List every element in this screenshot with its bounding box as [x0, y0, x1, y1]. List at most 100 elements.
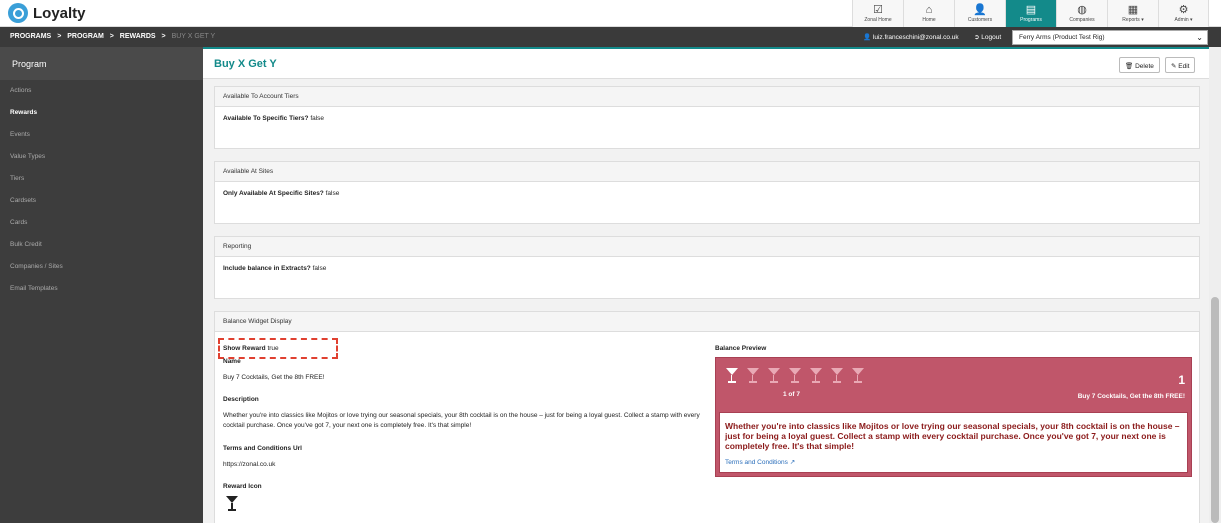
- page-header: Buy X Get Y 🗑 Delete ✎ Edit: [203, 49, 1209, 79]
- nav-tab-admin[interactable]: ⚙ Admin ▾: [1158, 0, 1209, 27]
- panel-title: Reporting: [215, 237, 1199, 257]
- gear-icon: ⚙: [1178, 4, 1189, 16]
- scrollbar-thumb[interactable]: [1211, 297, 1219, 523]
- nav-tab-reports[interactable]: ▦ Reports ▾: [1107, 0, 1158, 27]
- balance-preview-label: Balance Preview: [715, 345, 767, 352]
- trash-icon: 🗑: [1125, 63, 1134, 70]
- description-label: Description: [223, 396, 259, 403]
- stamp-cocktail-icon: [787, 368, 802, 384]
- nav-tab-label: Companies: [1069, 17, 1095, 23]
- sidebar-title: Program: [0, 47, 203, 80]
- breadcrumb-program[interactable]: PROGRAM: [67, 33, 104, 40]
- nav-tab-label: Admin ▾: [1174, 17, 1193, 23]
- field-specific-tiers: Available To Specific Tiers? false: [215, 107, 1199, 130]
- cocktail-icon: [226, 496, 238, 511]
- external-link-icon: ↗: [789, 459, 796, 466]
- pencil-icon: ✎: [1171, 63, 1177, 70]
- terms-value: https://zonal.co.uk: [223, 461, 276, 468]
- widget-description: Whether you're into classics like Mojito…: [725, 421, 1180, 451]
- balance-count: 1: [1178, 373, 1185, 387]
- logout-label: Logout: [981, 34, 1002, 41]
- user-email: luiz.franceschini@zonal.co.uk: [872, 34, 959, 41]
- check-icon: ☑: [873, 4, 883, 16]
- breadcrumb-separator: >: [57, 33, 62, 40]
- field-label: Include balance in Extracts?: [223, 265, 311, 272]
- field-label: Only Available At Specific Sites?: [223, 190, 324, 197]
- panel-title: Available At Sites: [215, 162, 1199, 182]
- logout-link[interactable]: ➲ Logout: [974, 33, 1001, 41]
- nav-tab-customers[interactable]: 👤 Customers: [954, 0, 1005, 27]
- breadcrumb-programs[interactable]: PROGRAMS: [10, 33, 51, 40]
- sidebar-item-cardsets[interactable]: Cardsets: [0, 190, 203, 212]
- sidebar-item-actions[interactable]: Actions: [0, 80, 203, 102]
- field-specific-sites: Only Available At Specific Sites? false: [215, 182, 1199, 205]
- panel-account-tiers: Available To Account Tiers Available To …: [214, 86, 1200, 149]
- field-value: false: [325, 190, 340, 197]
- breadcrumb-separator: >: [161, 33, 166, 40]
- globe-icon: ◍: [1077, 4, 1087, 16]
- field-value: false: [312, 265, 327, 272]
- nav-tab-companies[interactable]: ◍ Companies: [1056, 0, 1107, 27]
- field-value: false: [310, 115, 325, 122]
- breadcrumb-current: BUY X GET Y: [171, 33, 216, 40]
- stamp-cocktail-icon: [829, 368, 844, 384]
- field-label: Show Reward: [223, 345, 266, 352]
- sidebar-item-rewards[interactable]: Rewards: [0, 102, 203, 124]
- document-icon: ▦: [1127, 4, 1139, 16]
- main-content: Buy X Get Y 🗑 Delete ✎ Edit Available To…: [203, 47, 1209, 523]
- main-nav: ☑ Zonal Home ⌂ Home 👤 Customers ▤ Progra…: [852, 0, 1209, 27]
- user-account[interactable]: 👤 luiz.franceschini@zonal.co.uk: [863, 33, 959, 41]
- delete-button[interactable]: 🗑 Delete: [1119, 57, 1160, 73]
- terms-label: Terms and Conditions Url: [223, 445, 302, 452]
- user-icon: 👤: [973, 4, 987, 16]
- sidebar-item-companies-sites[interactable]: Companies / Sites: [0, 256, 203, 278]
- name-value: Buy 7 Cocktails, Get the 8th FREE!: [223, 374, 325, 381]
- app-name: Loyalty: [33, 4, 86, 22]
- stamp-cocktail-icon: [850, 368, 865, 384]
- sidebar-item-email-templates[interactable]: Email Templates: [0, 278, 203, 300]
- edit-button[interactable]: ✎ Edit: [1165, 57, 1196, 73]
- home-icon: ⌂: [925, 4, 933, 16]
- edit-label: Edit: [1178, 63, 1190, 70]
- panel-title: Balance Widget Display: [215, 312, 1199, 332]
- nav-tab-programs[interactable]: ▤ Programs: [1005, 0, 1056, 27]
- field-label: Available To Specific Tiers?: [223, 115, 309, 122]
- sidebar-item-tiers[interactable]: Tiers: [0, 168, 203, 190]
- widget-description-card: Whether you're into classics like Mojito…: [719, 412, 1188, 473]
- site-select[interactable]: Ferry Arms (Product Test Rig) ⌄: [1012, 30, 1208, 45]
- sidebar-item-cards[interactable]: Cards: [0, 212, 203, 234]
- stamp-counter: 1 of 7: [783, 391, 800, 398]
- sidebar: Program Actions Rewards Events Value Typ…: [0, 47, 203, 523]
- nav-tab-zonal-home[interactable]: ☑ Zonal Home: [852, 0, 903, 27]
- field-show-reward: Show Reward true: [223, 345, 279, 352]
- panel-title: Available To Account Tiers: [215, 87, 1199, 107]
- terms-link[interactable]: Terms and Conditions ↗: [725, 458, 795, 466]
- app-brand[interactable]: Loyalty: [8, 3, 86, 23]
- breadcrumb-rewards[interactable]: REWARDS: [120, 33, 156, 40]
- delete-label: Delete: [1135, 63, 1154, 70]
- field-include-balance: Include balance in Extracts? false: [215, 257, 1199, 280]
- widget-reward-name: Buy 7 Cocktails, Get the 8th FREE!: [1077, 393, 1185, 400]
- loyalty-logo-icon: [8, 3, 28, 23]
- nav-tab-label: Reports ▾: [1122, 17, 1144, 23]
- balance-preview-widget: 1 of 7 1 Buy 7 Cocktails, Get the 8th FR…: [715, 357, 1192, 477]
- top-header: Loyalty ☑ Zonal Home ⌂ Home 👤 Customers …: [0, 0, 1221, 27]
- reward-icon-label: Reward Icon: [223, 483, 262, 490]
- site-select-value: Ferry Arms (Product Test Rig): [1019, 34, 1105, 41]
- logout-icon: ➲: [974, 34, 980, 41]
- book-icon: ▤: [1025, 4, 1037, 16]
- sidebar-item-value-types[interactable]: Value Types: [0, 146, 203, 168]
- stamp-row: [724, 368, 871, 384]
- page-scrollbar[interactable]: [1209, 47, 1221, 523]
- stamp-cocktail-icon: [808, 368, 823, 384]
- nav-tab-label: Customers: [967, 17, 993, 23]
- user-icon: 👤: [863, 34, 872, 41]
- sidebar-item-bulk-credit[interactable]: Bulk Credit: [0, 234, 203, 256]
- breadcrumb-separator: >: [109, 33, 114, 40]
- page-title: Buy X Get Y: [214, 58, 277, 70]
- stamp-cocktail-icon: [724, 368, 739, 384]
- chevron-down-icon: ⌄: [1196, 33, 1203, 42]
- nav-tab-home[interactable]: ⌂ Home: [903, 0, 954, 27]
- field-value: true: [267, 345, 279, 352]
- sidebar-item-events[interactable]: Events: [0, 124, 203, 146]
